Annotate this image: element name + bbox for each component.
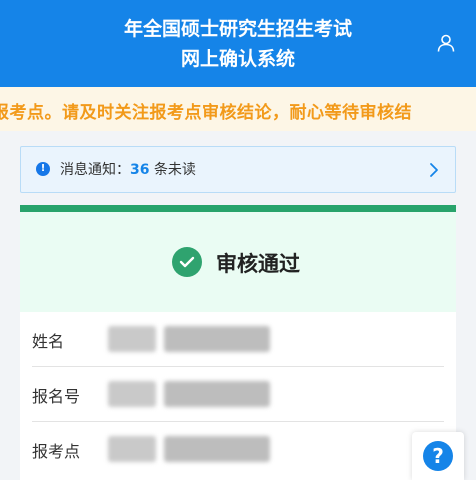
field-label-registration-no: 报名号 (32, 387, 81, 406)
system-title: 年全国硕士研究生招生考试 网上确认系统 (60, 14, 416, 74)
info-icon: ! (36, 162, 50, 176)
message-notice-label: 消息通知： (60, 162, 130, 178)
message-notice-bar[interactable]: ! 消息通知：36 条未读 (20, 146, 456, 193)
notice-marquee: 报考点。请及时关注报考点审核结论，耐心等待审核结 (0, 87, 476, 131)
help-button[interactable]: ? (412, 432, 464, 480)
unread-count: 36 (130, 162, 150, 178)
app-header: 年全国硕士研究生招生考试 网上确认系统 (0, 0, 476, 87)
message-notice-text: 消息通知：36 条未读 (60, 159, 196, 179)
system-title-line2: 网上确认系统 (180, 48, 295, 70)
redacted-value (164, 436, 270, 462)
redacted-value (164, 326, 270, 352)
review-status-area: 审核通过 (20, 212, 456, 312)
user-icon[interactable] (436, 33, 456, 53)
redacted-value (108, 326, 156, 352)
field-row-exam-site: 报考点 (20, 422, 456, 477)
help-icon: ? (423, 441, 453, 471)
redacted-value (164, 381, 270, 407)
chevron-right-icon[interactable] (428, 160, 440, 180)
status-accent-bar (20, 205, 456, 212)
check-circle-icon (172, 247, 202, 277)
review-result-card: 审核通过 姓名 报名号 报考点 (20, 205, 456, 480)
field-row-name: 姓名 (20, 312, 456, 367)
field-label-exam-site: 报考点 (32, 442, 81, 461)
system-title-line1: 年全国硕士研究生招生考试 (123, 18, 352, 40)
unread-suffix: 条未读 (153, 162, 196, 178)
redacted-value (108, 436, 156, 462)
field-row-registration-no: 报名号 (20, 367, 456, 422)
field-label-name: 姓名 (32, 332, 65, 351)
marquee-text: 报考点。请及时关注报考点审核结论，耐心等待审核结 (0, 103, 412, 123)
review-status-text: 审核通过 (216, 252, 300, 276)
redacted-value (108, 381, 156, 407)
